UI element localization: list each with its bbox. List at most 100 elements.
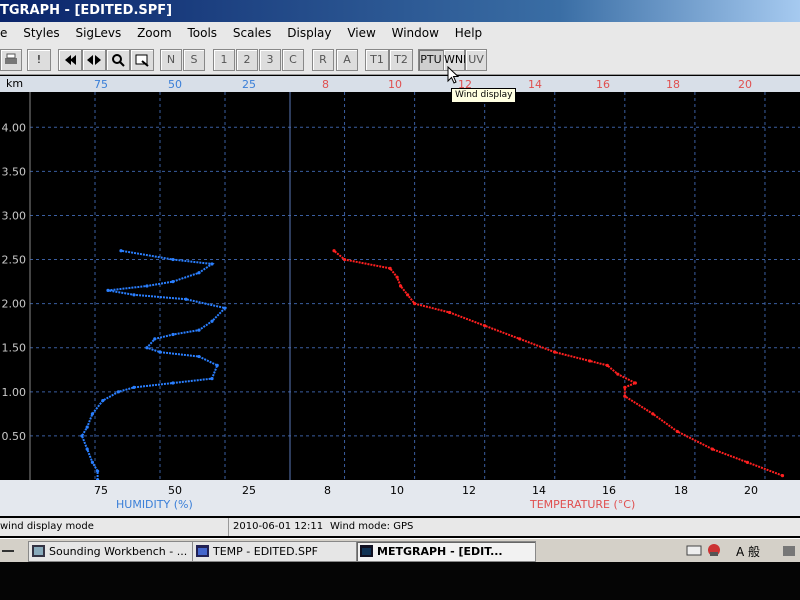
ime-indicator[interactable]: A 般 [736,543,760,560]
status-message: wind display mode [0,521,94,532]
humidity-point [85,447,89,451]
network-icon[interactable] [706,542,722,558]
a-button[interactable]: A [336,49,358,71]
expand-button[interactable] [82,49,106,71]
temperature-point [388,266,392,270]
humidity-line [80,249,227,480]
window-title: TGRAPH - [EDITED.SPF] [0,3,173,18]
humidity-point [210,319,214,323]
level-1-button[interactable]: 1 [213,49,235,71]
humidity-series [80,249,227,482]
humidity-point [132,385,136,390]
y-tick-label: 0.50 [2,430,27,443]
y-tick-label: 4.00 [2,121,27,134]
temperature-point [675,429,679,434]
menu-styles[interactable]: Styles [23,22,59,44]
menu-siglevs[interactable]: SigLevs [75,22,121,44]
plot-area[interactable]: 0.50 1.00 1.50 2.00 2.50 3.00 3.50 4.00 [0,92,800,482]
humidity-bottom-tick: 75 [94,484,108,497]
temperature-point [448,310,452,315]
temperature-point [588,359,592,363]
select-box-icon [135,54,149,67]
temperature-point [651,412,655,416]
y-tick-label: 3.50 [2,165,27,178]
mouse-cursor-icon [447,66,460,84]
temperature-top-tick: 16 [596,78,610,91]
humidity-point [171,279,175,284]
exclaim-button[interactable]: ! [27,49,51,71]
menu-file[interactable]: e [0,22,7,44]
app-icon [360,545,373,557]
humidity-point [145,346,149,350]
humidity-top-tick: 75 [94,78,108,91]
status-wind-mode: Wind mode: GPS [330,521,414,532]
uv-button[interactable]: UV [465,49,487,71]
t2-button[interactable]: T2 [389,49,413,71]
r-button[interactable]: R [312,49,334,71]
temperature-point [518,337,522,341]
print-button[interactable] [0,49,22,71]
y-tick-label: 2.00 [2,298,27,311]
temperature-point [745,460,750,464]
t1-button[interactable]: T1 [365,49,389,71]
n-button[interactable]: N [160,49,182,71]
humidity-point [210,262,214,266]
menu-display[interactable]: Display [287,22,331,44]
task-metgraph[interactable]: METGRAPH - [EDIT... [356,541,536,562]
humidity-point [85,425,89,429]
task-sounding-workbench[interactable]: Sounding Workbench - ... [28,541,210,562]
temperature-point [616,372,620,376]
temperature-series [332,249,785,478]
level-2-button[interactable]: 2 [236,49,258,71]
humidity-point [197,354,201,359]
humidity-point [106,288,110,293]
s-button[interactable]: S [183,49,205,71]
menu-scales[interactable]: Scales [233,22,272,44]
y-axis-labels: 0.50 1.00 1.50 2.00 2.50 3.00 3.50 4.00 [2,121,27,443]
task-temp-edited[interactable]: TEMP - EDITED.SPF [192,541,372,562]
c-button[interactable]: C [282,49,304,71]
task-label: Sounding Workbench - ... [49,545,188,558]
humidity-point [96,469,100,473]
tray-icon[interactable] [782,544,798,558]
temperature-point [780,473,785,478]
zoom-button[interactable] [106,49,130,71]
humidity-top-tick: 50 [168,78,182,91]
km-label: km [6,77,24,90]
printer-icon [5,53,17,64]
humidity-point [132,293,136,297]
temperature-line [333,249,783,477]
bottom-axis-strip: 75 50 25 HUMIDITY (%) 8 10 12 14 16 18 2… [0,480,800,516]
humidity-bottom-tick: 50 [168,484,182,497]
temperature-bottom-tick: 10 [390,484,404,497]
temperature-point [633,381,637,385]
taskbar: Sounding Workbench - ... TEMP - EDITED.S… [0,538,800,563]
humidity-axis-label: HUMIDITY (%) [116,498,193,511]
humidity-point [197,328,201,332]
first-button[interactable] [58,49,82,71]
temperature-point [553,350,557,354]
temperature-bottom-tick: 20 [744,484,758,497]
start-button[interactable] [0,542,22,560]
temperature-point [399,284,403,288]
level-3-button[interactable]: 3 [259,49,281,71]
keyboard-icon[interactable] [686,543,702,557]
menu-tools[interactable]: Tools [187,22,217,44]
temperature-point [342,257,347,262]
humidity-point [215,363,219,367]
temperature-point [395,275,399,279]
menu-view[interactable]: View [347,22,375,44]
humidity-point [153,337,157,341]
select-button[interactable] [130,49,154,71]
temperature-point [623,385,627,390]
magnifier-icon [112,54,125,67]
top-axis-strip: km 75 50 25 8 10 12 14 16 18 20 [0,76,800,92]
app-icon [196,545,209,557]
menu-help[interactable]: Help [455,22,482,44]
menu-window[interactable]: Window [392,22,439,44]
skip-first-icon [65,55,76,65]
humidity-top-tick: 25 [242,78,256,91]
humidity-point [171,332,175,337]
ptu-button[interactable]: PTU [418,49,444,71]
menu-zoom[interactable]: Zoom [137,22,172,44]
